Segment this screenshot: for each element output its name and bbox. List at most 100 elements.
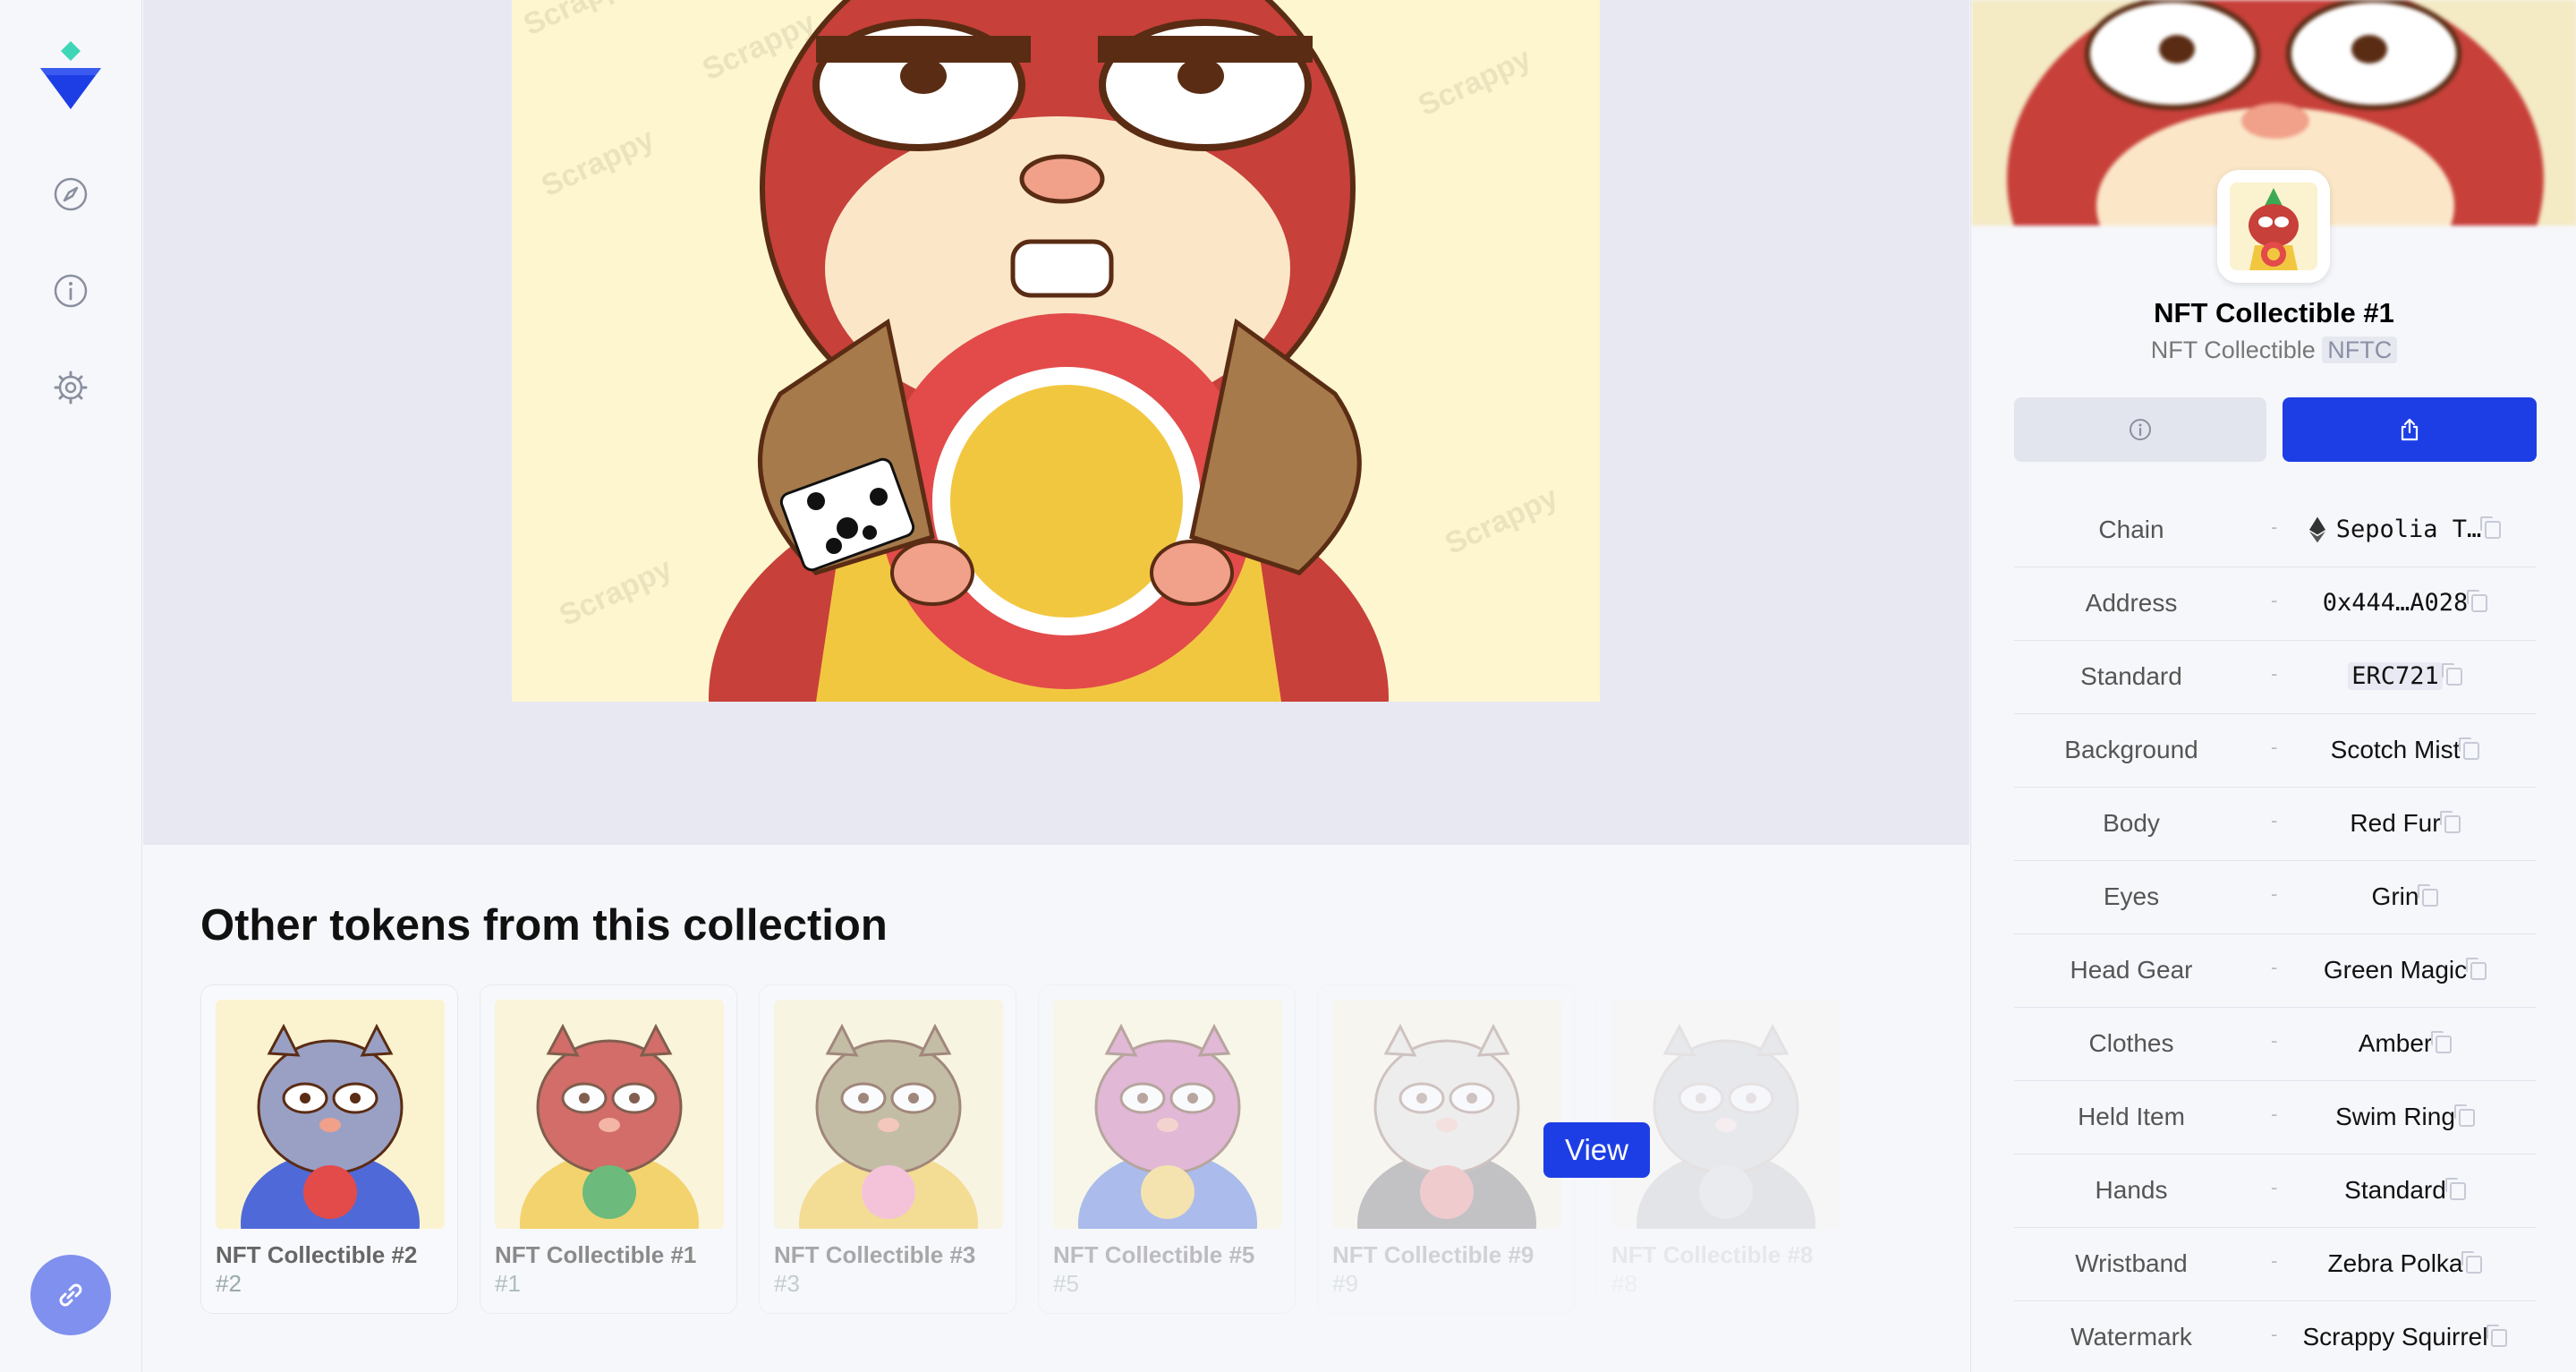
property-key: Address bbox=[2085, 589, 2178, 617]
property-value: Zebra Polka bbox=[2327, 1249, 2463, 1277]
copy-icon[interactable] bbox=[2431, 1031, 2453, 1053]
property-key: Eyes bbox=[2103, 882, 2160, 910]
token-card-id: #9 bbox=[1332, 1270, 1358, 1297]
property-row: Chain - Sepolia T… bbox=[2014, 494, 2537, 567]
token-card-name: NFT Collectible #2 bbox=[216, 1241, 418, 1268]
logo-icon[interactable] bbox=[38, 41, 103, 113]
ethereum-icon bbox=[2308, 516, 2325, 543]
property-key: Wristband bbox=[2075, 1249, 2188, 1277]
token-card[interactable]: NFT Collectible #9 #9 bbox=[1317, 984, 1575, 1314]
collection-symbol: NFTC bbox=[2322, 337, 2398, 363]
property-key: Hands bbox=[2095, 1176, 2168, 1204]
separator: - bbox=[2271, 1029, 2278, 1052]
token-carousel[interactable]: NFT Collectible #2 #2 NFT Collectible #1 #1… bbox=[200, 984, 1945, 1316]
property-row: Clothes - Amber bbox=[2014, 1008, 2537, 1081]
property-key: Watermark bbox=[2070, 1323, 2192, 1351]
property-row: Background - Scotch Mist bbox=[2014, 714, 2537, 788]
token-card[interactable]: NFT Collectible #2 #2 bbox=[200, 984, 458, 1314]
info-button[interactable] bbox=[2014, 397, 2266, 462]
separator: - bbox=[2271, 882, 2278, 905]
copy-icon[interactable] bbox=[2444, 1178, 2466, 1200]
token-card[interactable]: NFT Collectible #5 #5 bbox=[1038, 984, 1296, 1314]
copy-icon[interactable] bbox=[2466, 958, 2487, 980]
token-card-name: NFT Collectible #9 bbox=[1332, 1241, 1535, 1268]
token-card-id: #8 bbox=[1611, 1270, 1637, 1297]
copy-icon[interactable] bbox=[2439, 811, 2461, 833]
token-card-name: NFT Collectible #1 bbox=[495, 1241, 697, 1268]
token-card-name: NFT Collectible #5 bbox=[1053, 1241, 1255, 1268]
separator: - bbox=[2271, 1323, 2278, 1345]
link-icon bbox=[59, 1283, 82, 1307]
separator: - bbox=[2271, 1176, 2278, 1198]
property-value: Green Magic bbox=[2323, 956, 2468, 984]
token-title: NFT Collectible #1 bbox=[2154, 297, 2394, 328]
separator: - bbox=[2271, 516, 2278, 538]
copy-icon[interactable] bbox=[2480, 516, 2502, 539]
compass-icon[interactable] bbox=[50, 174, 91, 215]
separator: - bbox=[2271, 736, 2278, 758]
property-key: Standard bbox=[2080, 662, 2182, 690]
collection-info[interactable]: NFT Collectible NFTC bbox=[1971, 337, 2576, 364]
properties-list: Chain - Sepolia T… Address - 0x444…A028 Standa… bbox=[2014, 494, 2537, 1372]
token-card[interactable]: NFT Collectible #1 #1 bbox=[480, 984, 737, 1314]
main-content: Scrappy Scrappy Scrappy Scrappy Scrappy … bbox=[143, 0, 1969, 1372]
property-row: Head Gear - Green Magic bbox=[2014, 934, 2537, 1008]
property-row: Hands - Standard bbox=[2014, 1155, 2537, 1228]
copy-icon[interactable] bbox=[2459, 737, 2480, 760]
token-thumbnail bbox=[1332, 1000, 1561, 1229]
property-row: Watermark - Scrappy Squirrel bbox=[2014, 1301, 2537, 1372]
property-key: Head Gear bbox=[2070, 956, 2193, 984]
property-value: Grin bbox=[2371, 882, 2419, 910]
view-button[interactable]: View bbox=[1543, 1122, 1650, 1178]
separator: - bbox=[2271, 1103, 2278, 1125]
property-key: Background bbox=[2064, 736, 2198, 763]
copy-icon[interactable] bbox=[2441, 663, 2462, 686]
separator: - bbox=[2271, 1249, 2278, 1272]
copy-icon[interactable] bbox=[2461, 1251, 2483, 1274]
property-row: Eyes - Grin bbox=[2014, 861, 2537, 934]
token-card-id: #2 bbox=[216, 1270, 242, 1297]
info-icon[interactable] bbox=[50, 270, 91, 311]
connect-link-button[interactable] bbox=[30, 1255, 111, 1335]
token-thumbnail bbox=[1611, 1000, 1841, 1229]
separator: - bbox=[2271, 809, 2278, 831]
token-card-name: NFT Collectible #3 bbox=[774, 1241, 976, 1268]
sidebar bbox=[0, 0, 142, 1372]
property-value: Amber bbox=[2358, 1029, 2433, 1057]
copy-icon[interactable] bbox=[2418, 884, 2439, 907]
property-row: Held Item - Swim Ring bbox=[2014, 1081, 2537, 1155]
share-icon bbox=[2401, 418, 2419, 441]
token-card[interactable]: NFT Collectible #3 #3 bbox=[759, 984, 1016, 1314]
property-key: Clothes bbox=[2088, 1029, 2174, 1057]
property-value: Standard bbox=[2344, 1176, 2446, 1204]
token-card-id: #1 bbox=[495, 1270, 521, 1297]
property-key: Chain bbox=[2098, 516, 2164, 543]
property-key: Body bbox=[2103, 809, 2160, 837]
section-title: Other tokens from this collection bbox=[200, 901, 888, 950]
other-tokens-section: Other tokens from this collection NFT Co… bbox=[143, 845, 1969, 1372]
separator: - bbox=[2271, 589, 2278, 611]
token-card-name: NFT Collectible #8 bbox=[1611, 1241, 1814, 1268]
separator: - bbox=[2271, 662, 2278, 685]
token-card-id: #5 bbox=[1053, 1270, 1079, 1297]
copy-icon[interactable] bbox=[2467, 590, 2488, 612]
property-row: Standard - ERC721 bbox=[2014, 641, 2537, 714]
token-details-panel: NFT Collectible #1 NFT Collectible NFTC … bbox=[1970, 0, 2576, 1372]
collection-name[interactable]: NFT Collectible bbox=[2151, 337, 2316, 363]
property-key: Held Item bbox=[2078, 1103, 2185, 1130]
property-row: Wristband - Zebra Polka bbox=[2014, 1228, 2537, 1301]
property-value: ERC721 bbox=[2348, 662, 2443, 690]
property-value: Scrappy Squirrel bbox=[2302, 1323, 2488, 1351]
share-button[interactable] bbox=[2283, 397, 2537, 462]
token-avatar bbox=[2217, 170, 2330, 283]
gear-icon[interactable] bbox=[50, 367, 91, 408]
token-thumbnail bbox=[774, 1000, 1003, 1229]
token-thumbnail bbox=[1053, 1000, 1282, 1229]
property-value: Red Fur bbox=[2350, 809, 2441, 837]
property-row: Body - Red Fur bbox=[2014, 788, 2537, 861]
property-value: 0x444…A028 bbox=[2322, 589, 2469, 617]
copy-icon[interactable] bbox=[2453, 1104, 2475, 1127]
copy-icon[interactable] bbox=[2487, 1325, 2508, 1347]
info-icon bbox=[2130, 419, 2151, 440]
token-thumbnail bbox=[216, 1000, 445, 1229]
